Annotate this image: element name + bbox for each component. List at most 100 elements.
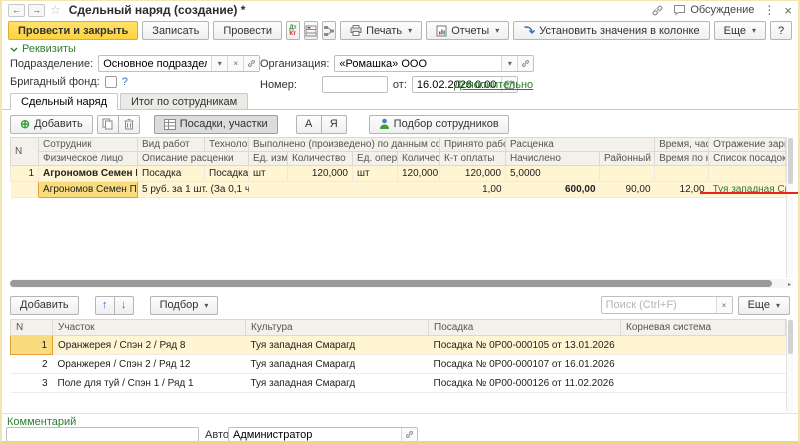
col-performed-group[interactable]: Выполнено (произведено) по данным сотруд… [249,138,440,152]
department-input[interactable] [99,56,211,71]
cell-quantity-2[interactable]: 120,000 [398,166,440,182]
tab-employee-totals[interactable]: Итог по сотрудникам [120,93,248,109]
open-link-button[interactable] [243,56,259,71]
search-clear-icon[interactable]: × [716,297,732,313]
show-postings-button[interactable]: ДтКт [286,21,300,40]
search-input[interactable] [602,297,716,313]
sort-desc-button[interactable]: Я [321,115,347,134]
reports-button[interactable]: Отчеты▾ [426,21,509,40]
favorite-star-icon[interactable]: ☆ [50,3,61,17]
author-field[interactable] [228,427,418,442]
col-district-coef[interactable]: Районный к-т [600,152,655,166]
organization-input[interactable] [335,56,501,71]
cell-culture[interactable]: Туя западная Смарагд [246,374,429,393]
close-icon[interactable]: × [784,3,792,18]
comment-input[interactable] [7,428,198,441]
cell-empty[interactable] [288,182,353,198]
cell-tech-operation[interactable]: Посадка [205,166,249,182]
author-input[interactable] [229,428,401,441]
dropdown-button[interactable]: ▾ [211,56,227,71]
nav-back-button[interactable]: ← [8,4,25,17]
cell-accepted[interactable]: 120,000 [440,166,506,182]
cell-n[interactable]: 1 [11,336,53,355]
col-n[interactable]: N [11,138,39,166]
col-person[interactable]: Физическое лицо [39,152,138,166]
cell-person-active[interactable]: Агрономов Семен Петрович [39,182,138,198]
delete-row-button[interactable] [118,115,140,134]
more-button[interactable]: Еще▾ [714,21,766,40]
upper-table-vscrollbar[interactable] [786,137,793,278]
table-row[interactable]: 2 Оранжерея / Спэн 2 / Ряд 12 Туя западн… [11,355,786,374]
cell-work-type[interactable]: Посадка [138,166,205,182]
cell-planting[interactable]: Посадка № 0Р00-000107 от 16.01.2026 [429,355,621,374]
table-row-line1[interactable]: 1 Агрономов Семен Петрович Посадка Посад… [11,166,786,182]
get-link-icon[interactable] [651,4,664,17]
col-culture[interactable]: Культура [246,320,429,336]
col-operation-unit[interactable]: Ед. операции [353,152,398,166]
subordination-structure-button[interactable] [322,21,336,40]
cell-empty[interactable] [249,182,288,198]
cell-unit[interactable]: шт [249,166,288,182]
cell-empty[interactable] [398,182,440,198]
comment-field[interactable] [6,427,199,442]
cell-employee[interactable]: Агрономов Семен Петрович [39,166,138,182]
cell-empty[interactable] [353,182,398,198]
cell-empty[interactable] [655,166,709,182]
cell-n[interactable]: 2 [11,355,53,374]
help-button[interactable]: ? [770,21,792,40]
tab-piecework-order[interactable]: Сдельный наряд [10,93,118,110]
organization-field[interactable]: ▾ [334,55,534,72]
col-salary-reflection-group[interactable]: Отражение зарплаты в учете [709,138,786,152]
cell-n[interactable]: 1 [11,166,39,182]
col-quantity[interactable]: Количество [288,152,353,166]
cell-accrued[interactable]: 600,00 [506,182,600,198]
table-row[interactable]: 3 Поле для туй / Спэн 1 / Ряд 1 Туя запа… [11,374,786,393]
cell-planting[interactable]: Посадка № 0Р00-000126 от 11.02.2026 [429,374,621,393]
clear-button[interactable]: × [227,56,243,71]
move-down-button[interactable]: ↓ [114,296,134,315]
cell-pay-coef[interactable]: 1,00 [440,182,506,198]
number-input[interactable] [323,77,387,92]
col-plant-list[interactable]: Список посадок, участков, культур [709,152,786,166]
col-employee[interactable]: Сотрудник [39,138,138,152]
scroll-right-arrow-icon[interactable]: ▸ [788,281,791,288]
col-quantity-2[interactable]: Количество [398,152,440,166]
lower-more-button[interactable]: Еще▾ [738,296,790,315]
select-employees-button[interactable]: Подбор сотрудников [369,115,509,134]
window-menu-icon[interactable]: ⋮ [763,3,775,17]
dropdown-button[interactable]: ▾ [501,56,517,71]
open-link-button[interactable] [517,56,533,71]
copy-row-button[interactable] [97,115,119,134]
table-row-line2[interactable]: Агрономов Семен Петрович 5 руб. за 1 шт.… [11,182,786,198]
col-time-group[interactable]: Время, час. [655,138,709,152]
col-rate-group[interactable]: Расценка [506,138,655,152]
cell-planting[interactable]: Посадка № 0Р00-000105 от 13.01.2026 [429,336,621,355]
col-pay-coef[interactable]: К-т оплаты [440,152,506,166]
cell-plot[interactable]: Поле для туй / Спэн 1 / Ряд 1 [53,374,246,393]
col-plot[interactable]: Участок [53,320,246,336]
lower-table-vscrollbar[interactable] [786,319,793,411]
print-button[interactable]: Печать▾ [340,21,422,40]
cell-empty[interactable] [709,166,786,182]
cell-empty[interactable] [600,166,655,182]
cell-n[interactable]: 3 [11,374,53,393]
plantings-plots-toggle[interactable]: Посадки, участки [154,115,278,134]
cell-plant-list[interactable]: Туя западная Смарагд, Туя западн.. [709,182,786,198]
col-time-norm[interactable]: Время по норме, ч.. [655,152,709,166]
cell-root-system[interactable] [621,355,786,374]
col-planting[interactable]: Посадка [429,320,621,336]
add-row-button[interactable]: ⊕ Добавить [10,115,93,134]
col-work-type[interactable]: Вид работ [138,138,205,152]
col-n[interactable]: N [11,320,53,336]
cell-plot[interactable]: Оранжерея / Спэн 2 / Ряд 8 [53,336,246,355]
cell-empty[interactable] [11,182,39,198]
col-accepted-group[interactable]: Принято работ [440,138,506,152]
save-button[interactable]: Записать [142,21,209,40]
cell-root-system[interactable] [621,374,786,393]
cell-culture[interactable]: Туя западная Смарагд [246,336,429,355]
post-button[interactable]: Провести [213,21,282,40]
discussion-button[interactable]: Обсуждение [673,4,754,16]
number-field[interactable] [322,76,388,93]
search-field[interactable]: × [601,296,733,314]
department-field[interactable]: ▾ × [98,55,260,72]
